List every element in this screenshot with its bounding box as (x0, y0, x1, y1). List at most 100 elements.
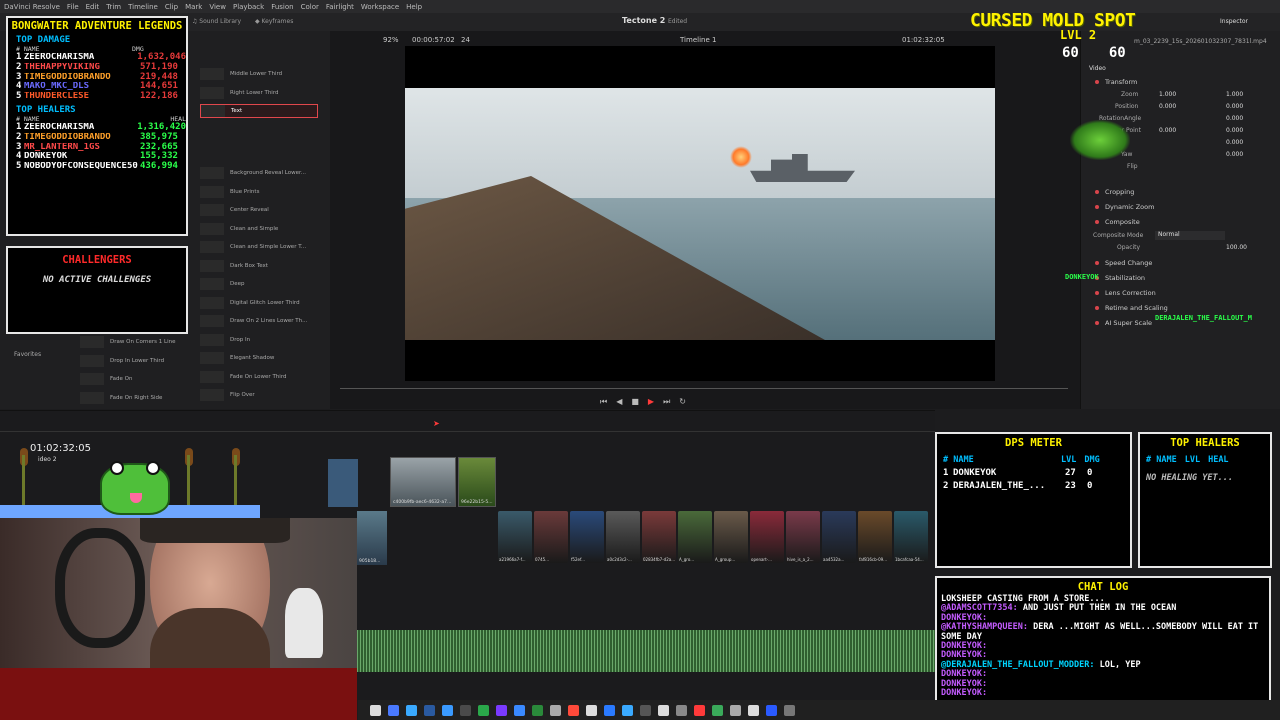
clip-thumb[interactable]: hive_is_a_2... (786, 511, 820, 563)
play-icon[interactable]: ▶ (648, 397, 654, 407)
enable-dot-icon[interactable] (1095, 204, 1099, 209)
section-dynamic-zoom[interactable]: Dynamic Zoom (1081, 199, 1280, 214)
enable-dot-icon[interactable] (1095, 290, 1099, 295)
menu-item-fusion[interactable]: Fusion (271, 3, 293, 11)
taskbar-app-icon[interactable] (586, 704, 597, 716)
keyframes-button[interactable]: ◆ Keyframes (255, 18, 293, 25)
effect-item[interactable]: Background Reveal Lower... (200, 166, 318, 180)
sound-library-button[interactable]: ♫ Sound Library (192, 18, 241, 25)
taskbar-app-icon[interactable] (784, 704, 795, 716)
stop-icon[interactable]: ■ (631, 397, 639, 407)
taskbar-app-icon[interactable] (694, 704, 705, 716)
section-retime-scaling[interactable]: Retime and Scaling (1081, 300, 1280, 315)
rotation-field[interactable]: 0.000 (1226, 115, 1243, 122)
taskbar-app-icon[interactable] (550, 704, 561, 716)
effect-item[interactable]: Center Reveal (200, 203, 318, 217)
taskbar-app-icon[interactable] (388, 704, 399, 716)
clip-thumb[interactable]: A_group... (714, 511, 748, 563)
taskbar-app-icon[interactable] (676, 704, 687, 716)
menu-item-trim[interactable]: Trim (106, 3, 121, 11)
menu-item-fairlight[interactable]: Fairlight (326, 3, 354, 11)
loop-icon[interactable]: ↻ (679, 397, 686, 407)
taskbar-app-icon[interactable] (514, 704, 525, 716)
effect-item[interactable]: Drop In (200, 333, 318, 347)
effect-item[interactable]: Text (200, 104, 318, 118)
effect-item[interactable]: Right Lower Third (200, 86, 318, 100)
composite-mode-select[interactable]: Normal (1155, 231, 1225, 240)
taskbar-app-icon[interactable] (730, 704, 741, 716)
taskbar-app-icon[interactable] (766, 704, 777, 716)
clip-thumb[interactable]: aa4532a... (822, 511, 856, 563)
menu-item-timeline[interactable]: Timeline (128, 3, 158, 11)
menu-item-davinci-resolve[interactable]: DaVinci Resolve (4, 3, 60, 11)
enable-dot-icon[interactable] (1095, 305, 1099, 310)
clip-thumb[interactable]: 96e22b15-5... (458, 457, 496, 507)
effect-item[interactable]: Clean and Simple (200, 222, 318, 236)
taskbar-app-icon[interactable] (406, 704, 417, 716)
step-back-icon[interactable]: ◀ (616, 397, 622, 407)
taskbar-app-icon[interactable] (640, 704, 651, 716)
effect-item[interactable]: Draw On 2 Lines Lower Th... (200, 314, 318, 328)
zoom-level[interactable]: 92% (383, 36, 399, 44)
taskbar-app-icon[interactable] (748, 704, 759, 716)
section-composite[interactable]: Composite (1081, 214, 1280, 229)
section-stabilization[interactable]: Stabilization (1081, 270, 1280, 285)
zoom-x-field[interactable]: 1.000 (1159, 91, 1176, 98)
clip-thumb[interactable]: 1bcafcaa-54... (894, 511, 928, 563)
taskbar-app-icon[interactable] (442, 704, 453, 716)
inspector-button[interactable]: Inspector (1220, 18, 1248, 25)
position-y-field[interactable]: 0.000 (1226, 103, 1243, 110)
pitch-field[interactable]: 0.000 (1226, 139, 1243, 146)
taskbar-app-icon[interactable] (496, 704, 507, 716)
opacity-field[interactable]: 100.00 (1226, 244, 1247, 251)
anchor-x-field[interactable]: 0.000 (1159, 127, 1176, 134)
taskbar-app-icon[interactable] (604, 704, 615, 716)
menu-item-view[interactable]: View (209, 3, 226, 11)
timeline-name[interactable]: Timeline 1 (680, 36, 716, 44)
effect-item[interactable]: Middle Lower Third (200, 67, 318, 81)
clip-thumb[interactable]: a0c2d3c2-... (606, 511, 640, 563)
taskbar-app-icon[interactable] (622, 704, 633, 716)
audio-waveform[interactable] (357, 630, 935, 672)
select-tool-icon[interactable]: ➤ (433, 419, 440, 428)
clip-thumb[interactable]: 02834fb7-d2a... (642, 511, 676, 563)
effect-item[interactable]: Drop In Lower Third (80, 354, 198, 368)
section-speed-change[interactable]: Speed Change (1081, 255, 1280, 270)
taskbar-app-icon[interactable] (424, 704, 435, 716)
taskbar-app-icon[interactable] (712, 704, 723, 716)
taskbar-app-icon[interactable] (478, 704, 489, 716)
enable-dot-icon[interactable] (1095, 320, 1099, 325)
tab-video[interactable]: Video (1089, 65, 1106, 72)
effect-item[interactable]: Draw On Corners 1 Line (80, 335, 198, 349)
taskbar-app-icon[interactable] (658, 704, 669, 716)
yaw-field[interactable]: 0.000 (1226, 151, 1243, 158)
menu-item-file[interactable]: File (67, 3, 79, 11)
effect-item[interactable]: Elegant Shadow (200, 351, 318, 365)
clip-thumb[interactable]: f52ef... (570, 511, 604, 563)
enable-dot-icon[interactable] (1095, 219, 1099, 224)
scrubber-bar[interactable] (340, 388, 1068, 389)
taskbar-app-icon[interactable] (568, 704, 579, 716)
zoom-y-field[interactable]: 1.000 (1226, 91, 1243, 98)
clip-blue[interactable] (328, 459, 358, 507)
clip-thumb[interactable]: faf816cb-09... (858, 511, 892, 563)
effect-item[interactable]: Clean and Simple Lower T... (200, 240, 318, 254)
effect-item[interactable]: Fade On Lower Third (200, 370, 318, 384)
position-x-field[interactable]: 0.000 (1159, 103, 1176, 110)
menu-item-color[interactable]: Color (301, 3, 319, 11)
clip-thumb[interactable]: A_gro... (678, 511, 712, 563)
effect-item[interactable]: Blue Prints (200, 185, 318, 199)
menu-item-help[interactable]: Help (406, 3, 422, 11)
menu-item-workspace[interactable]: Workspace (361, 3, 399, 11)
menu-item-mark[interactable]: Mark (185, 3, 202, 11)
section-transform[interactable]: Transform (1081, 74, 1280, 89)
effect-item[interactable]: Deep (200, 277, 318, 291)
section-cropping[interactable]: Cropping (1081, 184, 1280, 199)
taskbar-app-icon[interactable] (532, 704, 543, 716)
enable-dot-icon[interactable] (1095, 260, 1099, 265)
enable-dot-icon[interactable] (1095, 79, 1099, 84)
enable-dot-icon[interactable] (1095, 189, 1099, 194)
clip-thumb[interactable]: 905b18... (357, 511, 387, 565)
skip-start-icon[interactable]: ⏮ (600, 397, 607, 407)
menu-item-edit[interactable]: Edit (86, 3, 100, 11)
